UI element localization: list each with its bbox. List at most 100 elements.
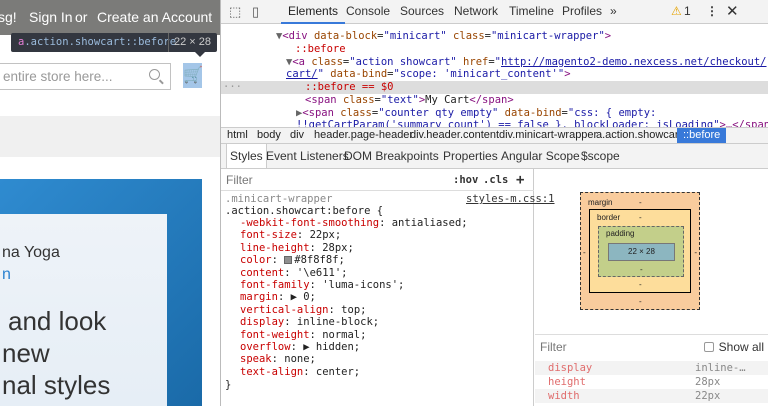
tab-sources[interactable]: Sources [400, 0, 444, 24]
search-input[interactable]: entire store here... [0, 63, 171, 90]
style-property[interactable]: vertical-align: top; [240, 304, 366, 316]
property-value[interactable]: none; [284, 353, 316, 365]
breadcrumb-minicart-wrapper[interactable]: div.minicart-wrapper [499, 128, 597, 143]
tab-elements[interactable]: Elements [281, 0, 346, 24]
property-value[interactable]: 'luma-icons'; [322, 279, 404, 291]
property-name[interactable]: margin [240, 291, 278, 303]
property-name[interactable]: color [240, 254, 272, 266]
tooltip-size: 22 × 28 [167, 33, 211, 52]
dom-node-before-1[interactable]: ::before [221, 43, 768, 56]
menu-kebab-icon[interactable]: ⋮ [706, 0, 718, 24]
breadcrumb-html[interactable]: html [227, 128, 248, 143]
property-value[interactable]: ▶ 0; [291, 291, 316, 303]
style-property[interactable]: text-align: center; [240, 366, 360, 378]
property-value[interactable]: inline-block; [297, 316, 379, 328]
dom-node-span-text[interactable]: <span class="text">My Cart</span> [221, 94, 768, 107]
style-property[interactable]: display: inline-block; [240, 316, 379, 328]
tab-properties[interactable]: Properties [443, 144, 498, 168]
close-icon[interactable]: ✕ [726, 0, 739, 24]
hov-toggle[interactable]: :hov [453, 169, 478, 191]
styles-filter-input[interactable]: Filter :hov .cls + [221, 169, 534, 191]
tab-network[interactable]: Network [454, 0, 498, 24]
property-value[interactable]: center; [316, 366, 360, 378]
style-property[interactable]: font-size: 22px; [240, 229, 341, 241]
property-name[interactable]: display [240, 316, 284, 328]
more-tabs-button[interactable]: » [610, 0, 617, 24]
device-mode-icon[interactable]: ▯ [252, 4, 259, 20]
breadcrumb-body[interactable]: body [257, 128, 281, 143]
search-icon[interactable] [149, 69, 160, 80]
property-value[interactable]: 28px; [322, 242, 354, 254]
welcome-message: sg! [0, 9, 17, 25]
breadcrumb-showcart[interactable]: a.action.showcart [596, 128, 682, 143]
rule-close-brace: } [225, 379, 232, 391]
tab-timeline[interactable]: Timeline [509, 0, 554, 24]
color-swatch[interactable] [284, 256, 293, 265]
rule-selector-1: .minicart-wrapper [225, 193, 333, 205]
rule-selector-2: .action.showcart:before { [225, 205, 384, 217]
inspect-element-icon[interactable]: ⬚ [229, 4, 241, 20]
inspect-tooltip: a.action.showcart::before 22 × 28 [11, 33, 217, 57]
style-property[interactable]: line-height: 28px; [240, 242, 354, 254]
promo-text-1: and look [8, 306, 107, 336]
property-name[interactable]: font-weight [240, 329, 310, 341]
property-value[interactable]: ▶ hidden; [303, 341, 360, 353]
property-value[interactable]: '\e611'; [297, 267, 348, 279]
dom-node-span-counter-cont[interactable]: !!getCartParam('summary_count') == false… [221, 119, 768, 127]
warning-count[interactable]: 1 [684, 0, 691, 24]
property-name[interactable]: speak [240, 353, 272, 365]
property-name[interactable]: line-height [240, 242, 310, 254]
property-value[interactable]: #8f8f8f; [294, 254, 345, 266]
property-name[interactable]: overflow [240, 341, 291, 353]
create-account-link[interactable]: Create an Account [97, 0, 212, 35]
tab-styles[interactable]: Styles [226, 144, 267, 168]
property-value[interactable]: antialiased; [392, 217, 468, 229]
property-name[interactable]: font-size [240, 229, 297, 241]
box-model-pane: margin - - - - border - - padding - 22 ×… [535, 169, 768, 406]
style-property[interactable]: font-family: 'luma-icons'; [240, 279, 404, 291]
new-rule-button[interactable]: + [516, 169, 524, 191]
computed-row[interactable]: width 22px [535, 389, 768, 403]
tab-dom-breakpoints[interactable]: DOM Breakpoints [344, 144, 439, 168]
tab-angular-scope[interactable]: Angular Scope [501, 144, 580, 168]
tab-event-listeners[interactable]: Event Listeners [266, 144, 349, 168]
property-value[interactable]: normal; [322, 329, 366, 341]
property-value[interactable]: 22px; [310, 229, 342, 241]
cls-toggle[interactable]: .cls [483, 169, 508, 191]
tab-console[interactable]: Console [346, 0, 390, 24]
property-name[interactable]: text-align [240, 366, 303, 378]
sidebar-tabs: Styles Event Listeners DOM Breakpoints P… [221, 144, 768, 169]
computed-row[interactable]: display inline-… [535, 361, 768, 375]
style-property[interactable]: font-weight: normal; [240, 329, 366, 341]
cart-icon[interactable]: 🛒 [183, 63, 203, 88]
tab-profiles[interactable]: Profiles [562, 0, 602, 24]
show-all-checkbox[interactable]: Show all [703, 335, 764, 359]
style-property[interactable]: content: '\e611'; [240, 267, 348, 279]
margin-label: margin [588, 198, 613, 207]
dom-node-showcart-cont[interactable]: cart/" data-bind="scope: 'minicart_conte… [221, 68, 768, 81]
style-property[interactable]: margin: ▶ 0; [240, 291, 316, 303]
warning-icon[interactable]: ⚠ [671, 0, 682, 24]
promo-link[interactable]: n [2, 266, 11, 284]
property-name[interactable]: vertical-align [240, 304, 329, 316]
dom-node-before-selected[interactable]: ···::before == $0 [221, 81, 768, 94]
dom-node-minicart-wrapper[interactable]: ▼<div data-block="minicart" class="minic… [221, 30, 768, 43]
computed-filter-input[interactable]: Filter Show all [535, 334, 768, 358]
property-name[interactable]: -webkit-font-smoothing [240, 217, 379, 229]
style-property[interactable]: overflow: ▶ hidden; [240, 341, 360, 353]
property-name[interactable]: content [240, 267, 284, 279]
checkbox-icon[interactable] [703, 342, 714, 352]
breadcrumb-page-header[interactable]: header.page-header [314, 128, 413, 143]
sign-in-link[interactable]: Sign In [29, 0, 73, 35]
breadcrumb-header-content[interactable]: div.header.content [410, 128, 499, 143]
style-property[interactable]: color: #8f8f8f; [240, 254, 345, 266]
breadcrumb-div[interactable]: div [290, 128, 304, 143]
style-property[interactable]: speak: none; [240, 353, 316, 365]
tab-scope[interactable]: $scope [581, 144, 620, 168]
promo-banner[interactable]: na Yoga n and look new nal styles [0, 179, 202, 406]
property-name[interactable]: font-family [240, 279, 310, 291]
breadcrumb-before[interactable]: ::before [677, 128, 727, 143]
property-value[interactable]: top; [341, 304, 366, 316]
style-property[interactable]: -webkit-font-smoothing: antialiased; [240, 217, 468, 229]
computed-row[interactable]: height 28px [535, 375, 768, 389]
